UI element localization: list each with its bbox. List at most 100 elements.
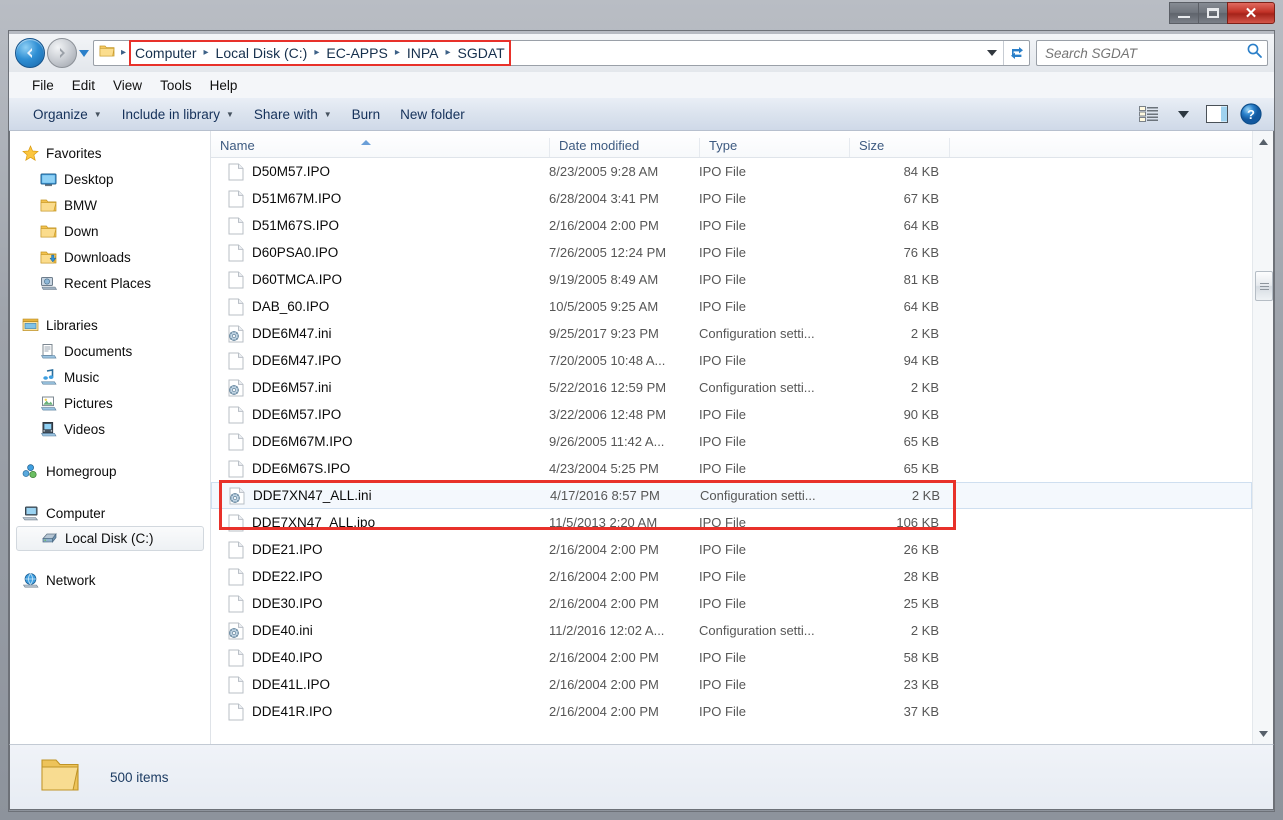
column-header-name[interactable]: Name: [211, 138, 549, 157]
table-row[interactable]: DDE6M57.IPO 3/22/2006 12:48 PM IPO File 90 …: [211, 401, 1252, 428]
cell-date-modified: 9/19/2005 8:49 AM: [549, 272, 659, 287]
computer-icon: [22, 505, 39, 522]
sidebar-group-favorites[interactable]: Favorites: [10, 140, 210, 166]
breadcrumb-item-sgdat[interactable]: SGDAT: [455, 43, 508, 63]
column-header-type[interactable]: Type: [699, 138, 849, 157]
forward-button[interactable]: [47, 38, 77, 68]
breadcrumb-item-ec-apps[interactable]: EC-APPS: [323, 43, 390, 63]
sidebar-group-network[interactable]: Network: [10, 567, 210, 593]
menu-file[interactable]: File: [23, 75, 63, 96]
table-row[interactable]: DDE6M67S.IPO 4/23/2004 5:25 PM IPO File 65 …: [211, 455, 1252, 482]
view-options-chevron-down-icon[interactable]: [1168, 101, 1198, 127]
breadcrumb-separator[interactable]: ▸: [442, 43, 455, 63]
table-row[interactable]: DAB_60.IPO 10/5/2005 9:25 AM IPO File 64 KB: [211, 293, 1252, 320]
breadcrumb-separator[interactable]: ▸: [391, 43, 404, 63]
cell-name: D51M67S.IPO: [211, 217, 549, 235]
file-name-label: DDE41L.IPO: [252, 677, 331, 692]
table-row[interactable]: DDE40.IPO 2/16/2004 2:00 PM IPO File 58 KB: [211, 644, 1252, 671]
sidebar-item-local-disk-c[interactable]: Local Disk (C:): [16, 526, 204, 551]
column-header-date-modified[interactable]: Date modified: [549, 138, 699, 157]
search-box[interactable]: [1036, 40, 1268, 66]
table-row[interactable]: DDE6M47.IPO 7/20/2005 10:48 A... IPO File 9…: [211, 347, 1252, 374]
sidebar-group-libraries[interactable]: Libraries: [10, 312, 210, 338]
sidebar-item-down[interactable]: Down: [10, 218, 210, 244]
cell-name: D50M57.IPO: [211, 163, 549, 181]
sidebar-item-recent-places[interactable]: Recent Places: [10, 270, 210, 296]
breadcrumb-separator[interactable]: ▸: [310, 43, 323, 63]
sidebar-item-pictures[interactable]: Pictures: [10, 390, 210, 416]
table-row[interactable]: DDE7XN47_ALL.ipo 11/5/2013 2:20 AM IPO Fil…: [211, 509, 1252, 536]
breadcrumb-separator[interactable]: ▸: [200, 43, 213, 63]
search-icon[interactable]: [1246, 42, 1263, 64]
file-name-label: D60TMCA.IPO: [252, 272, 343, 287]
cell-size: 64 KB: [903, 218, 939, 233]
file-name-label: DDE6M67M.IPO: [252, 434, 353, 449]
address-chevron-down-icon[interactable]: [981, 41, 1003, 65]
cell-type: Configuration setti...: [699, 326, 815, 341]
sidebar-item-music[interactable]: Music: [10, 364, 210, 390]
table-row[interactable]: DDE7XN47_ALL.ini 4/17/2016 8:57 PM Configu…: [211, 482, 1252, 509]
column-header-size[interactable]: Size: [849, 138, 949, 157]
menu-tools[interactable]: Tools: [151, 75, 201, 96]
menu-edit[interactable]: Edit: [63, 75, 104, 96]
refresh-icon[interactable]: [1003, 41, 1029, 65]
sidebar-item-documents[interactable]: Documents: [10, 338, 210, 364]
breadcrumb-item-inpa[interactable]: INPA: [404, 43, 442, 63]
minimize-button[interactable]: [1169, 2, 1199, 24]
close-button[interactable]: ✕: [1227, 2, 1275, 24]
table-row[interactable]: D60TMCA.IPO 9/19/2005 8:49 AM IPO File 81 K…: [211, 266, 1252, 293]
menu-help[interactable]: Help: [201, 75, 247, 96]
new-folder-button[interactable]: New folder: [390, 103, 475, 126]
sidebar-item-bmw[interactable]: BMW: [10, 192, 210, 218]
sidebar-group-computer[interactable]: Computer: [10, 500, 210, 526]
address-bar[interactable]: ▸ Computer ▸ Local Disk (C:) ▸ EC-APPS ▸…: [93, 40, 1030, 66]
search-input[interactable]: [1045, 42, 1246, 64]
menu-view[interactable]: View: [104, 75, 151, 96]
sidebar-item-videos[interactable]: Videos: [10, 416, 210, 442]
sidebar-group-homegroup[interactable]: Homegroup: [10, 458, 210, 484]
downloads-folder-icon: [40, 249, 57, 266]
include-in-library-button[interactable]: Include in library ▼: [112, 103, 244, 126]
scroll-up-icon[interactable]: [1253, 131, 1273, 152]
maximize-button[interactable]: [1198, 2, 1228, 24]
file-name-label: DDE6M57.IPO: [252, 407, 342, 422]
file-list-pane: Name Date modified Type Size D50M57.IPO 8…: [211, 131, 1273, 744]
scrollbar-thumb[interactable]: [1255, 271, 1273, 301]
scroll-down-icon[interactable]: [1253, 723, 1273, 744]
table-row[interactable]: D50M57.IPO 8/23/2005 9:28 AM IPO File 84 KB: [211, 158, 1252, 185]
table-row[interactable]: DDE6M67M.IPO 9/26/2005 11:42 A... IPO File…: [211, 428, 1252, 455]
share-with-button[interactable]: Share with ▼: [244, 103, 342, 126]
vertical-scrollbar[interactable]: [1252, 131, 1273, 744]
table-row[interactable]: DDE6M47.ini 9/25/2017 9:23 PM Configuratio…: [211, 320, 1252, 347]
videos-icon: [40, 421, 57, 438]
file-list[interactable]: D50M57.IPO 8/23/2005 9:28 AM IPO File 84 KB…: [211, 158, 1252, 744]
table-row[interactable]: DDE41L.IPO 2/16/2004 2:00 PM IPO File 23 KB: [211, 671, 1252, 698]
table-row[interactable]: D51M67S.IPO 2/16/2004 2:00 PM IPO File 64 K…: [211, 212, 1252, 239]
table-row[interactable]: DDE30.IPO 2/16/2004 2:00 PM IPO File 25 KB: [211, 590, 1252, 617]
help-icon[interactable]: ?: [1236, 101, 1266, 127]
breadcrumb-item-computer[interactable]: Computer: [132, 43, 199, 63]
sidebar-item-downloads[interactable]: Downloads: [10, 244, 210, 270]
back-button[interactable]: [15, 38, 45, 68]
cell-name: DDE7XN47_ALL.ipo: [211, 514, 549, 532]
burn-button[interactable]: Burn: [342, 103, 391, 126]
generic-file-icon: [228, 514, 244, 532]
table-row[interactable]: DDE40.ini 11/2/2016 12:02 A... Configurati…: [211, 617, 1252, 644]
change-view-icon[interactable]: [1134, 101, 1164, 127]
sidebar-item-desktop[interactable]: Desktop: [10, 166, 210, 192]
table-row[interactable]: DDE6M57.ini 5/22/2016 12:59 PM Configurati…: [211, 374, 1252, 401]
table-row[interactable]: D51M67M.IPO 6/28/2004 3:41 PM IPO File 67 K…: [211, 185, 1252, 212]
table-row[interactable]: D60PSA0.IPO 7/26/2005 12:24 PM IPO File 76 …: [211, 239, 1252, 266]
cell-date-modified: 9/26/2005 11:42 A...: [549, 434, 665, 449]
breadcrumb-item-local-disk[interactable]: Local Disk (C:): [213, 43, 311, 63]
desktop-icon: [40, 171, 57, 188]
recent-locations-chevron-down-icon[interactable]: [77, 38, 91, 68]
cell-date-modified: 3/22/2006 12:48 PM: [549, 407, 667, 422]
table-row[interactable]: DDE41R.IPO 2/16/2004 2:00 PM IPO File 37 KB: [211, 698, 1252, 725]
table-row[interactable]: DDE22.IPO 2/16/2004 2:00 PM IPO File 28 KB: [211, 563, 1252, 590]
organize-button[interactable]: Organize ▼: [23, 103, 112, 126]
navigation-pane[interactable]: Favorites Desktop BMW Down Downloads Rec…: [10, 131, 211, 744]
table-row[interactable]: DDE21.IPO 2/16/2004 2:00 PM IPO File 26 KB: [211, 536, 1252, 563]
show-preview-pane-icon[interactable]: [1202, 101, 1232, 127]
